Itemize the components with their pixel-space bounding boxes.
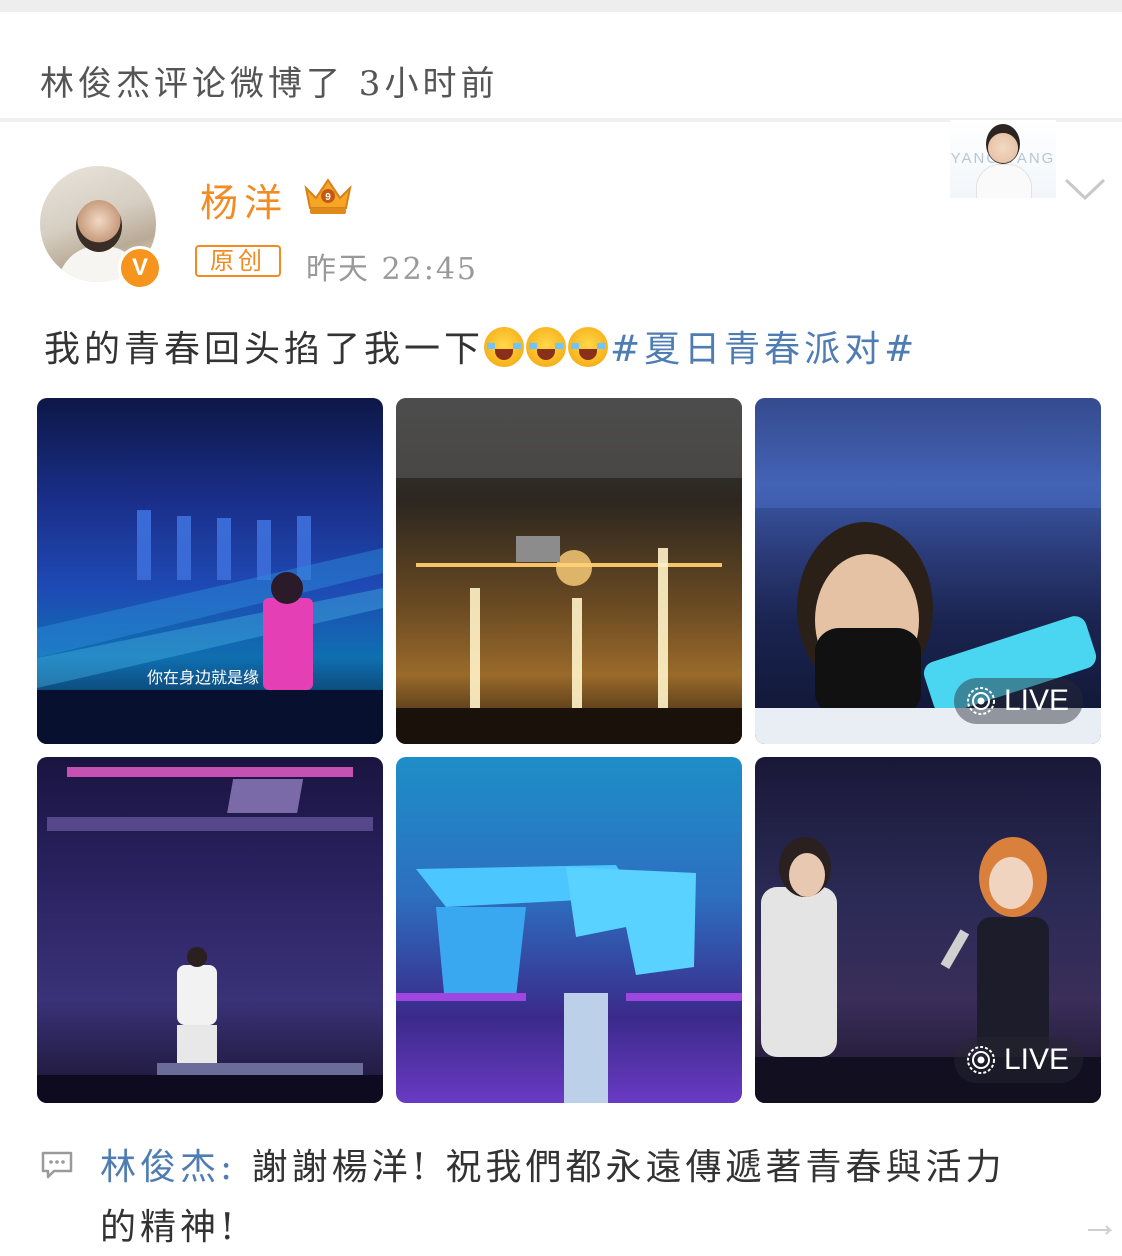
post-timestamp: 昨天 22:45 [306, 252, 478, 287]
post-text: 我的青春回头掐了我一下 #夏日青春派对# [44, 320, 918, 372]
stage-performer-graphic [37, 767, 383, 1103]
live-label: LIVE [1003, 1043, 1069, 1076]
chevron-down-icon[interactable] [1062, 174, 1108, 204]
live-label: LIVE [1003, 684, 1069, 717]
live-photo-icon [966, 687, 995, 715]
live-badge[interactable]: LIVE [953, 678, 1083, 724]
post-image-6[interactable]: LIVE [755, 757, 1101, 1103]
user-name[interactable]: 杨洋 [200, 172, 288, 227]
crying-laughing-emoji [526, 327, 567, 367]
avatar-face [76, 200, 122, 252]
post-image-1[interactable]: 你在身边就是缘 [37, 398, 383, 744]
comment-icon[interactable] [40, 1150, 74, 1180]
comment-text-line1: 謝謝楊洋! 祝我們都永遠傳遞著青春與活力 [251, 1147, 1006, 1188]
post-image-5[interactable] [396, 757, 742, 1103]
verified-v-icon: V [118, 246, 162, 290]
commenter-name[interactable]: 林俊杰: [100, 1147, 236, 1188]
sticker-shirt [976, 164, 1032, 198]
activity-header: 林俊杰评论微博了 3小时前 [0, 12, 1122, 118]
top-strip [0, 0, 1122, 12]
crying-laughing-emoji [484, 327, 525, 367]
lightstick-graphic [396, 865, 742, 1103]
activity-text: 林俊杰评论微博了 3小时前 [40, 64, 499, 104]
svg-text:9: 9 [325, 192, 331, 203]
stage-screen-graphic [37, 510, 383, 744]
original-badge: 原创 [195, 245, 281, 277]
post-image-3[interactable]: LIVE [755, 398, 1101, 744]
comment-text: 林俊杰: 謝謝楊洋! 祝我們都永遠傳遞著青春與活力 [100, 1138, 1006, 1190]
crying-laughing-emoji [568, 327, 609, 367]
sticker-face [986, 124, 1020, 164]
image-caption: 你在身边就是缘 [147, 668, 260, 687]
live-badge[interactable]: LIVE [953, 1037, 1083, 1083]
stage-fireworks-graphic [396, 398, 742, 744]
live-photo-icon [966, 1046, 995, 1074]
watermark-icon [1088, 1225, 1113, 1235]
crown-level-icon[interactable]: 9 [300, 174, 356, 216]
post-image-2[interactable] [396, 398, 742, 744]
profile-sticker[interactable]: YANG YANG [950, 120, 1056, 198]
post-image-4[interactable] [37, 757, 383, 1103]
comment-text-line2: 的精神! [100, 1207, 239, 1248]
post-text-body: 我的青春回头掐了我一下 [44, 329, 485, 370]
hashtag-link[interactable]: #夏日青春派对# [610, 329, 918, 370]
